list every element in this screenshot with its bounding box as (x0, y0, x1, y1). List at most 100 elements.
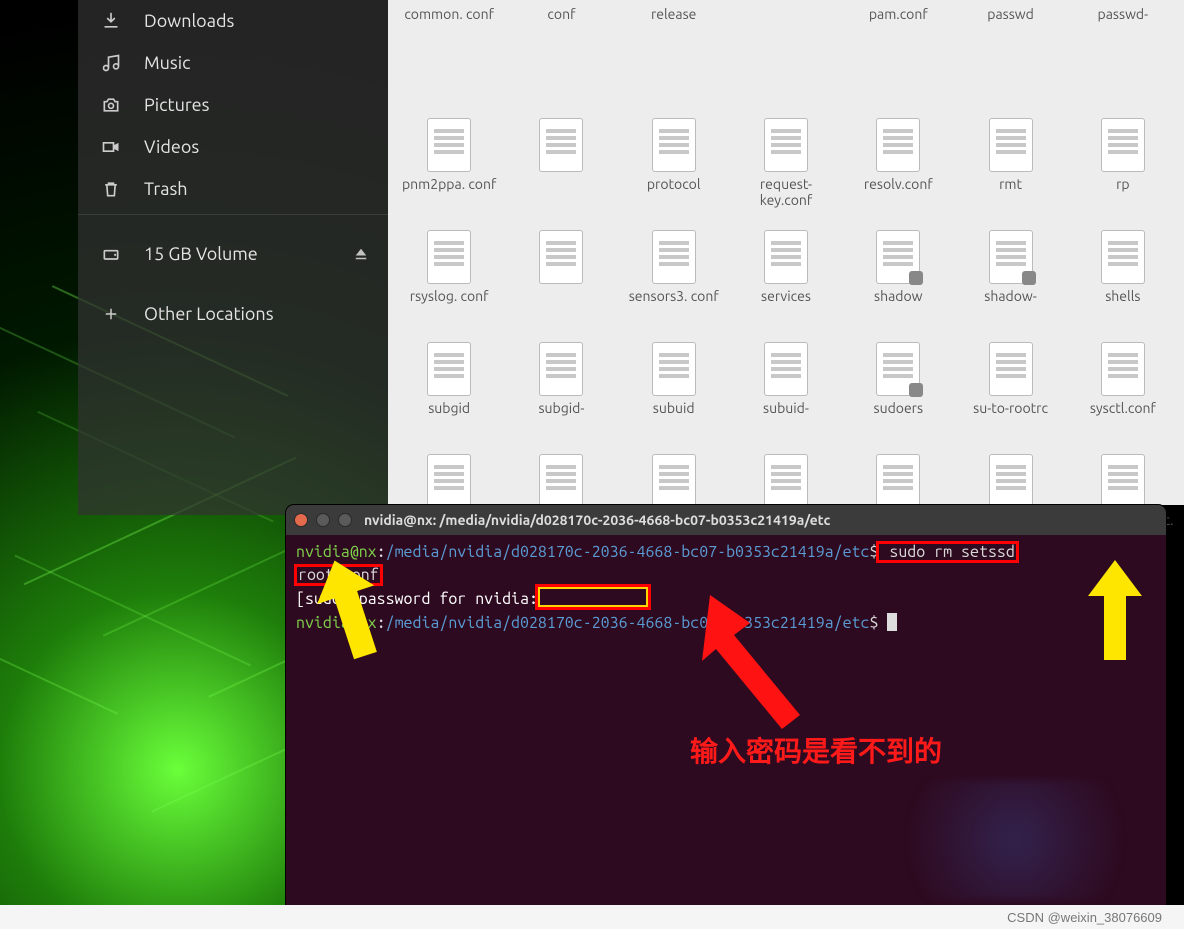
file-icon (539, 118, 583, 172)
file-item[interactable]: passwd (955, 0, 1065, 108)
screen-reflection (870, 780, 1160, 900)
file-icon (427, 454, 471, 508)
file-label: sysctl.conf (1090, 400, 1156, 416)
file-icon (876, 454, 920, 508)
file-item[interactable]: sudoers (843, 336, 953, 444)
file-label: request-key.conf (734, 176, 838, 208)
file-icon (876, 118, 920, 172)
sidebar-item-label: Other Locations (144, 304, 274, 324)
sidebar-separator (78, 214, 388, 215)
eject-icon[interactable] (352, 245, 370, 263)
file-item[interactable]: rp (1068, 112, 1178, 220)
file-label: shells (1105, 288, 1140, 304)
file-item[interactable]: services (731, 224, 841, 332)
sidebar-item-volume[interactable]: 15 GB Volume (78, 233, 388, 275)
file-item[interactable]: pnm2ppa. conf (394, 112, 504, 220)
file-label: release (651, 6, 696, 22)
annotation-text: 输入密码是看不到的 (690, 730, 942, 770)
file-icon (764, 118, 808, 172)
file-icon (539, 342, 583, 396)
file-icon (539, 230, 583, 284)
file-item[interactable]: shadow (843, 224, 953, 332)
file-item[interactable] (506, 224, 616, 332)
file-item[interactable]: common. conf (394, 0, 504, 108)
file-item[interactable]: rsyslog. conf (394, 224, 504, 332)
sidebar-item-downloads[interactable]: Downloads (78, 0, 388, 42)
window-maximize-button[interactable] (338, 513, 352, 527)
file-label: passwd- (1098, 6, 1149, 22)
file-item[interactable]: rmt (955, 112, 1065, 220)
file-item[interactable]: pam.conf (843, 0, 953, 108)
window-close-button[interactable] (294, 513, 308, 527)
terminal-cursor (887, 613, 897, 631)
file-label: subuid- (763, 400, 809, 416)
terminal-title: nvidia@nx: /media/nvidia/d028170c-2036-4… (364, 512, 830, 528)
file-label: passwd (987, 6, 1034, 22)
file-item[interactable]: conf (506, 0, 616, 108)
terminal-titlebar[interactable]: nvidia@nx: /media/nvidia/d028170c-2036-4… (286, 505, 1166, 535)
plus-icon (100, 303, 122, 325)
file-label: sudoers (874, 400, 924, 416)
file-icon (989, 454, 1033, 508)
prompt-path: /media/nvidia/d028170c-2036-4668-bc07-b0… (386, 614, 870, 632)
trash-icon (100, 178, 122, 200)
prompt-path: /media/nvidia/d028170c-2036-4668-bc07-b0… (386, 543, 870, 561)
file-item[interactable]: protocol (619, 112, 729, 220)
file-label: rmt (999, 176, 1022, 192)
file-item[interactable] (731, 0, 841, 108)
hl-command-cont: root.conf (296, 566, 381, 584)
file-label: pam.conf (869, 6, 928, 22)
file-icon (876, 230, 920, 284)
sidebar-item-label: Pictures (144, 95, 209, 115)
file-icon (989, 118, 1033, 172)
watermark: CSDN @weixin_38076609 (1007, 910, 1162, 925)
file-item[interactable]: release (619, 0, 729, 108)
download-icon (100, 10, 122, 32)
sidebar-item-trash[interactable]: Trash (78, 168, 388, 210)
file-item[interactable]: shadow- (955, 224, 1065, 332)
sidebar-item-videos[interactable]: Videos (78, 126, 388, 168)
file-icon (427, 230, 471, 284)
file-icon (1101, 454, 1145, 508)
file-item[interactable]: su-to-rootrc (955, 336, 1065, 444)
file-icon (764, 230, 808, 284)
file-label: rsyslog. conf (410, 288, 489, 304)
hl-password-empty (538, 587, 648, 607)
file-item[interactable]: subgid (394, 336, 504, 444)
file-icon (989, 342, 1033, 396)
sidebar-item-pictures[interactable]: Pictures (78, 84, 388, 126)
file-label: pnm2ppa. conf (402, 176, 496, 192)
video-icon (100, 136, 122, 158)
file-icon (989, 230, 1033, 284)
file-item[interactable]: subgid- (506, 336, 616, 444)
sidebar-item-other-locations[interactable]: Other Locations (78, 293, 388, 335)
file-item[interactable]: passwd- (1068, 0, 1178, 108)
file-label: protocol (647, 176, 701, 192)
file-label: shadow (874, 288, 923, 304)
file-item[interactable]: subuid (619, 336, 729, 444)
file-item[interactable]: sensors3. conf (619, 224, 729, 332)
prompt-user: nvidia@nx (296, 614, 377, 632)
file-item[interactable]: request-key.conf (731, 112, 841, 220)
window-minimize-button[interactable] (316, 513, 330, 527)
file-label: su-to-rootrc (973, 400, 1048, 416)
file-item[interactable] (506, 112, 616, 220)
file-icon (652, 454, 696, 508)
file-item[interactable]: subuid- (731, 336, 841, 444)
file-item[interactable]: resolv.conf (843, 112, 953, 220)
file-icon (652, 118, 696, 172)
sidebar-item-label: Trash (144, 179, 188, 199)
camera-icon (100, 94, 122, 116)
file-item[interactable]: shells (1068, 224, 1178, 332)
file-grid[interactable]: common. conf conf release pam.conf passwd pas… (388, 0, 1184, 505)
terminal-body[interactable]: nvidia@nx:/media/nvidia/d028170c-2036-46… (286, 535, 1166, 641)
sudo-prompt: [sudo] password for nvidia: (296, 590, 538, 608)
file-item[interactable]: sysctl.conf (1068, 336, 1178, 444)
file-label: conf (547, 6, 575, 22)
file-icon (1101, 342, 1145, 396)
file-icon (876, 342, 920, 396)
sidebar-item-music[interactable]: Music (78, 42, 388, 84)
file-label: sensors3. conf (629, 288, 719, 304)
prompt-user: nvidia@nx (296, 543, 377, 561)
file-icon (1101, 230, 1145, 284)
